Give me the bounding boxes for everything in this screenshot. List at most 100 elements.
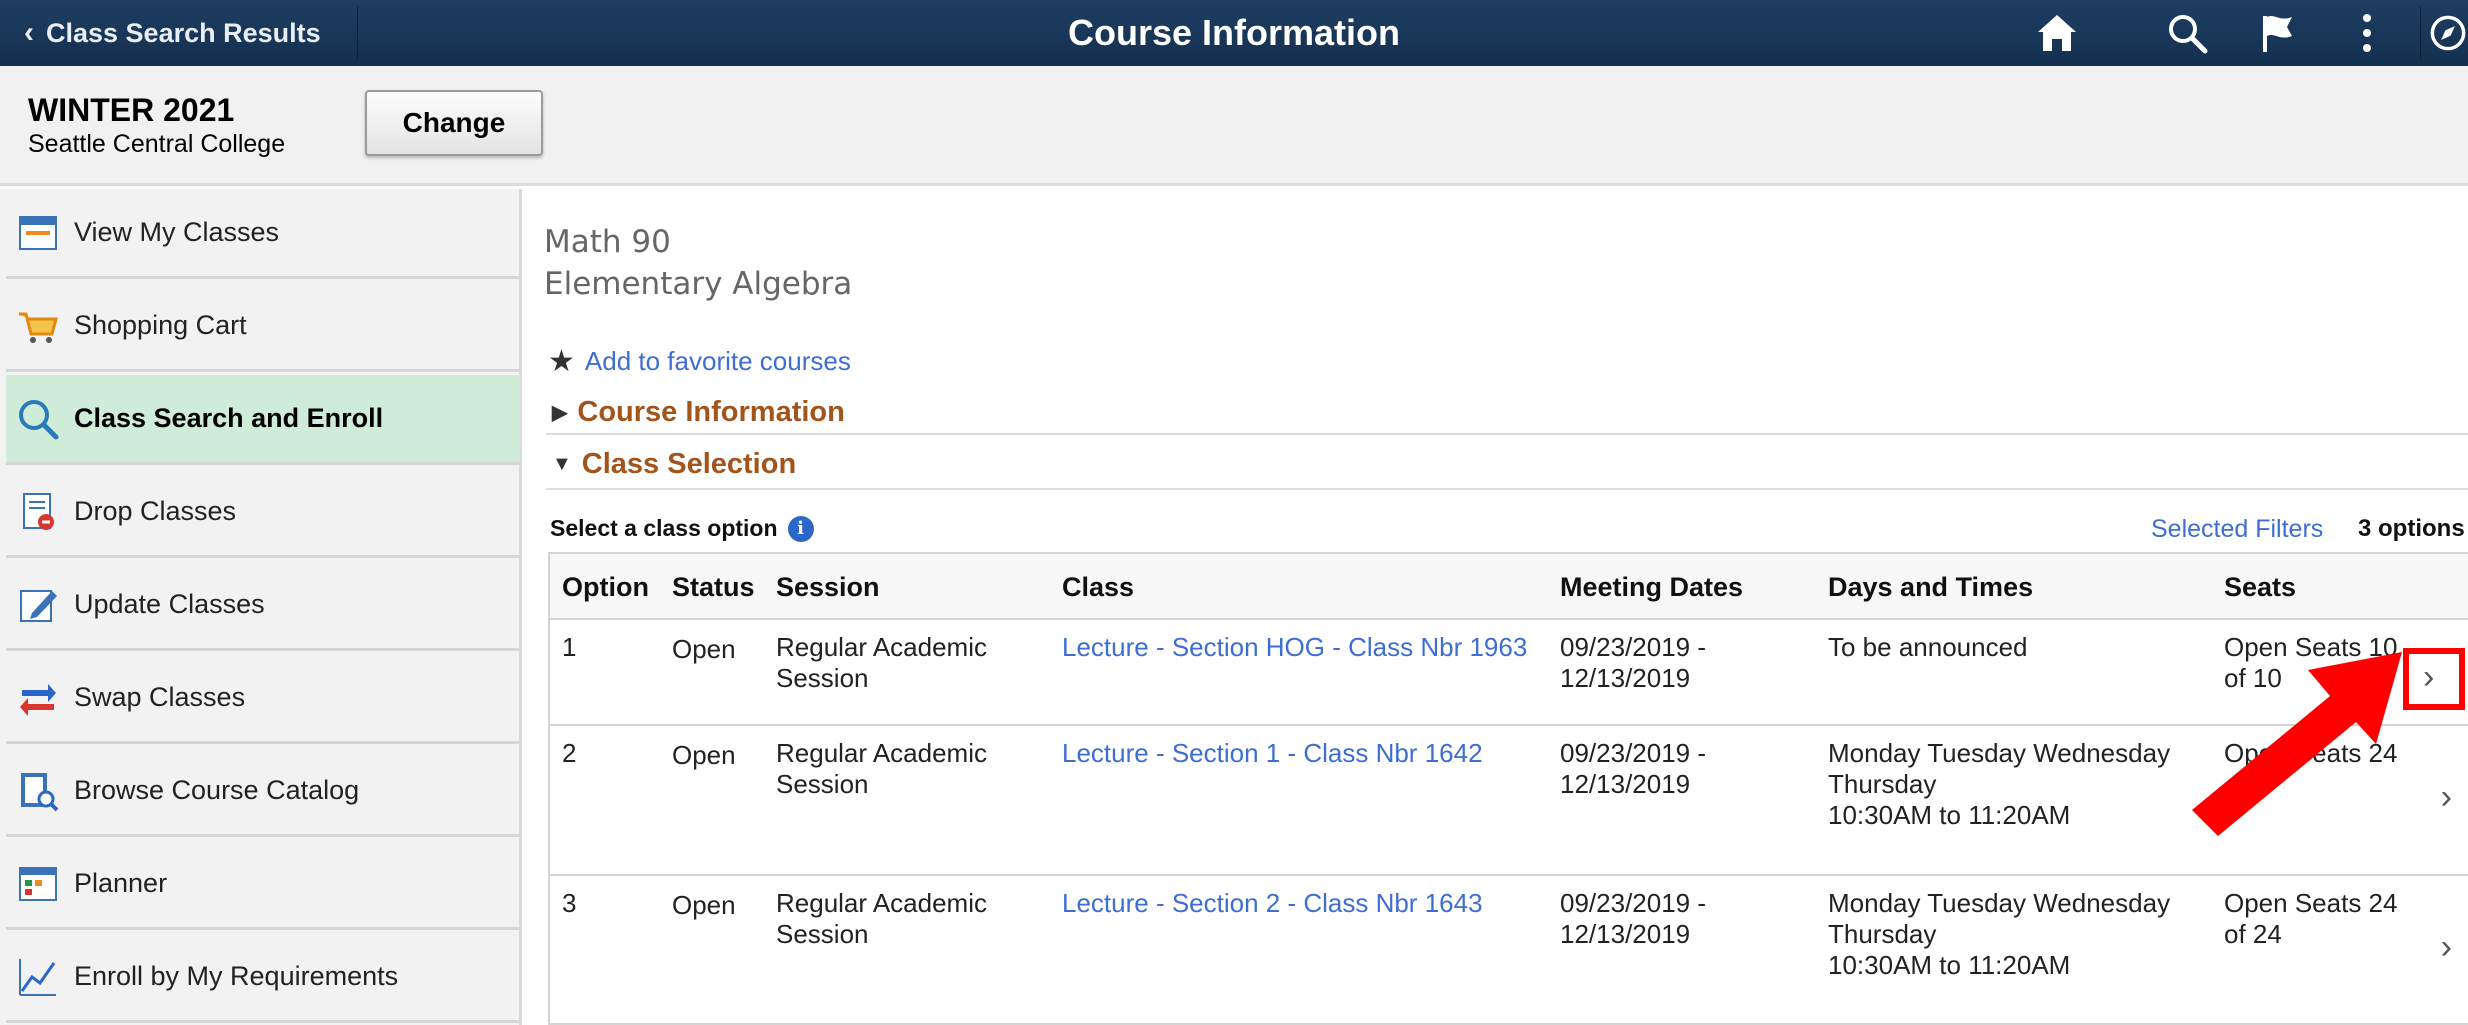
college-name: Seattle Central College xyxy=(28,130,286,158)
class-status: Open xyxy=(672,634,736,664)
sidebar-item-shopping-cart[interactable]: Shopping Cart xyxy=(6,282,520,372)
column-header-seats[interactable]: Seats xyxy=(2224,572,2296,603)
class-status: Open xyxy=(672,890,736,920)
class-selection-toggle[interactable]: ▼ Class Selection xyxy=(552,448,796,481)
add-to-favorites-link[interactable]: ★ Add to favorite courses xyxy=(548,344,851,379)
sidebar-item-enroll-by-my-requirements[interactable]: Enroll by My Requirements xyxy=(6,933,520,1023)
time-line: To be announced xyxy=(1828,632,2028,662)
date-line: 09/23/2019 - xyxy=(1560,888,1707,918)
sidebar-item-label: Planner xyxy=(74,868,168,898)
select-class-option-text: Select a class option xyxy=(550,515,778,541)
term-name: WINTER 2021 xyxy=(28,92,235,128)
time-line: Thursday xyxy=(1828,769,1937,799)
session: Regular Academic Session xyxy=(776,888,987,950)
star-icon: ★ xyxy=(548,345,575,378)
seats-line: Open Seats 24 xyxy=(2224,888,2398,918)
days-and-times: Monday Tuesday Wednesday Thursday 10:30A… xyxy=(1828,888,2170,981)
sidebar: View My Classes Shopping Cart Class Sear… xyxy=(0,189,522,1025)
triangle-right-icon: ▶ xyxy=(552,402,568,424)
sidebar-item-label: Shopping Cart xyxy=(74,310,247,340)
back-to-search-results-button[interactable]: ‹ Class Search Results xyxy=(6,6,358,60)
home-icon[interactable] xyxy=(2034,10,2080,56)
sidebar-item-label: Update Classes xyxy=(74,589,265,619)
top-bar: ‹ Class Search Results Course Informatio… xyxy=(0,0,2468,66)
column-header-class[interactable]: Class xyxy=(1062,572,1134,603)
sidebar-item-planner[interactable]: Planner xyxy=(6,840,520,930)
column-header-days-and-times[interactable]: Days and Times xyxy=(1828,572,2033,603)
compass-icon[interactable] xyxy=(2428,10,2468,56)
chevron-left-icon: ‹ xyxy=(24,16,34,49)
sidebar-item-update-classes[interactable]: Update Classes xyxy=(6,561,520,651)
section-title: Course Information xyxy=(577,396,845,428)
time-line: Monday Tuesday Wednesday xyxy=(1828,738,2171,768)
change-term-button[interactable]: Change xyxy=(365,90,543,156)
sidebar-item-label: Browse Course Catalog xyxy=(74,775,360,805)
time-line: 10:30AM to 11:20AM xyxy=(1828,800,2071,830)
sidebar-item-drop-classes[interactable]: Drop Classes xyxy=(6,468,520,558)
course-title: Elementary Algebra xyxy=(544,266,853,302)
time-line: Thursday xyxy=(1828,919,1937,949)
flag-icon[interactable] xyxy=(2254,10,2300,56)
meeting-dates: 09/23/2019 - 12/13/2019 xyxy=(1560,738,1706,800)
drop-icon xyxy=(23,492,54,530)
session-line: Regular Academic xyxy=(776,738,987,768)
back-button-label: Class Search Results xyxy=(46,17,321,48)
info-icon[interactable]: i xyxy=(787,515,814,542)
course-information-toggle[interactable]: ▶ Course Information xyxy=(552,396,845,429)
option-number: 2 xyxy=(562,738,577,768)
sidebar-item-label: Enroll by My Requirements xyxy=(74,961,399,991)
search-icon[interactable] xyxy=(2164,10,2210,56)
days-and-times: Monday Tuesday Wednesday Thursday 10:30A… xyxy=(1828,738,2170,831)
table-row[interactable]: 3 Open Regular Academic Session Lecture … xyxy=(550,876,2468,1025)
seats-line: of 24 xyxy=(2224,919,2282,949)
add-to-favorites-label: Add to favorite courses xyxy=(584,346,851,376)
column-header-status[interactable]: Status xyxy=(672,572,755,603)
chart-icon xyxy=(19,958,56,996)
sidebar-item-label: Swap Classes xyxy=(74,682,246,712)
time-line: 10:30AM to 11:20AM xyxy=(1828,950,2071,980)
sidebar-item-swap-classes[interactable]: Swap Classes xyxy=(6,654,520,744)
more-vertical-icon[interactable] xyxy=(2344,10,2390,56)
chevron-right-icon[interactable]: › xyxy=(2441,928,2452,967)
table-header: Option Status Session Class Meeting Date… xyxy=(550,554,2468,620)
option-number: 1 xyxy=(562,632,577,662)
session-line: Regular Academic xyxy=(776,888,987,918)
selected-filters-link[interactable]: Selected Filters xyxy=(2151,515,2323,544)
planner-icon xyxy=(19,866,57,901)
page-title: Course Information xyxy=(1067,12,1400,53)
divider xyxy=(546,433,2468,435)
time-line: Monday Tuesday Wednesday xyxy=(1828,888,2171,918)
column-header-option[interactable]: Option xyxy=(562,572,649,603)
sidebar-item-browse-course-catalog[interactable]: Browse Course Catalog xyxy=(6,747,520,837)
column-header-meeting-dates[interactable]: Meeting Dates xyxy=(1560,572,1743,603)
header-separator xyxy=(2420,6,2421,60)
date-line: 09/23/2019 - xyxy=(1560,738,1707,768)
sidebar-item-label: Drop Classes xyxy=(74,496,237,526)
cart-icon xyxy=(19,312,58,343)
class-link[interactable]: Lecture - Section 1 - Class Nbr 1642 xyxy=(1062,738,1483,769)
catalog-icon xyxy=(21,772,59,811)
search-icon xyxy=(19,399,59,439)
row-1-details-button[interactable]: › xyxy=(2403,648,2465,710)
sidebar-item-view-my-classes[interactable]: View My Classes xyxy=(6,189,520,279)
seats: Open Seats 24 of 24 xyxy=(2224,888,2397,950)
class-link[interactable]: Lecture - Section HOG - Class Nbr 1963 xyxy=(1062,632,1527,663)
class-link[interactable]: Lecture - Section 2 - Class Nbr 1643 xyxy=(1062,888,1483,919)
meeting-dates: 09/23/2019 - 12/13/2019 xyxy=(1560,632,1706,694)
meeting-dates: 09/23/2019 - 12/13/2019 xyxy=(1560,888,1706,950)
date-line: 12/13/2019 xyxy=(1560,769,1691,799)
date-line: 12/13/2019 xyxy=(1560,919,1691,949)
session: Regular Academic Session xyxy=(776,738,987,800)
date-line: 09/23/2019 - xyxy=(1560,632,1707,662)
column-header-session[interactable]: Session xyxy=(776,572,880,603)
annotation-arrow xyxy=(2192,652,2402,836)
chevron-right-icon[interactable]: › xyxy=(2441,778,2452,817)
options-count: 3 options xyxy=(2358,515,2465,542)
date-line: 12/13/2019 xyxy=(1560,663,1691,693)
session-line: Session xyxy=(776,919,869,949)
term-bar: WINTER 2021 Seattle Central College Chan… xyxy=(0,66,2468,186)
session-line: Regular Academic xyxy=(776,632,987,662)
sidebar-item-class-search-and-enroll[interactable]: Class Search and Enroll xyxy=(6,375,520,465)
edit-icon xyxy=(20,589,57,622)
session-line: Session xyxy=(776,663,869,693)
